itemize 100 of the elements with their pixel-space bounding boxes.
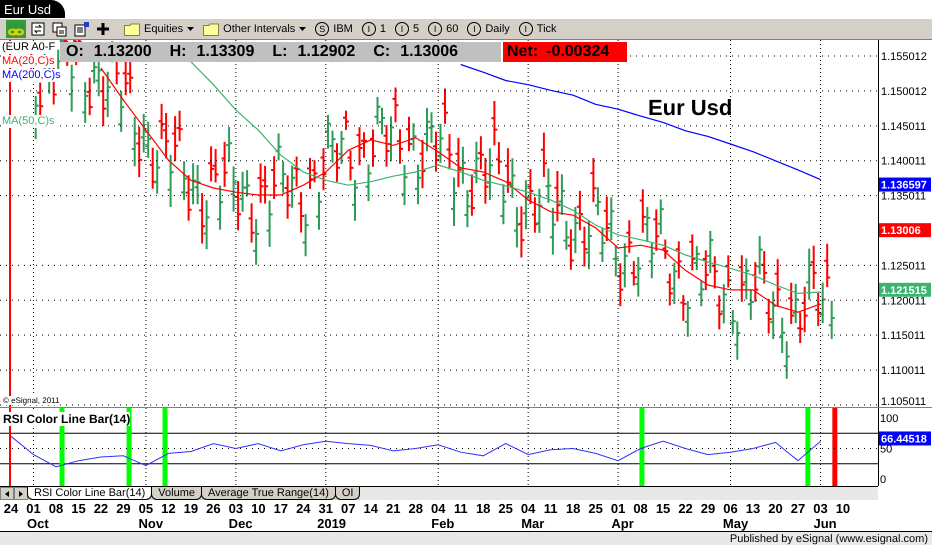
circled-letter: I: [467, 22, 482, 36]
windows-button[interactable]: [50, 20, 69, 38]
date-label: 11: [544, 501, 558, 516]
study-tab[interactable]: Average True Range(14): [200, 487, 336, 500]
date-label: 10: [836, 501, 850, 516]
date-label: 29: [700, 501, 716, 516]
value-tag: 1.121515: [879, 282, 931, 297]
legend-label: MA(50,C)s: [2, 115, 55, 128]
scroll-left-button[interactable]: [0, 487, 14, 500]
symbol-button[interactable]: I 1: [358, 20, 389, 38]
date-label: 04: [520, 501, 536, 516]
folder-dropdown[interactable]: Equities: [121, 20, 198, 38]
axis-tick-label: 1.125011: [881, 260, 926, 272]
quote-label: C:: [373, 43, 390, 61]
circled-letter: I: [394, 22, 409, 36]
axis-tick-label: 1.110011: [881, 365, 926, 378]
quote-label: H:: [170, 43, 187, 61]
axis-tick-label: 1.145011: [881, 120, 926, 133]
month-label: Jun: [814, 516, 837, 531]
study-tab[interactable]: RSI Color Line Bar(14): [27, 487, 152, 500]
month-label: Feb: [431, 516, 454, 531]
date-label: 22: [678, 501, 693, 516]
net-value: -0.00324: [546, 43, 610, 61]
document-button[interactable]: [72, 20, 92, 38]
add-button[interactable]: [95, 20, 111, 38]
swap-icon: [31, 22, 45, 36]
swap-button[interactable]: [29, 20, 47, 38]
chart-title: Eur Usd: [648, 95, 732, 121]
symbol-label: (EUR A0-F: [2, 41, 56, 54]
date-label: 14: [364, 501, 378, 516]
date-label: 01: [26, 501, 41, 516]
date-label: 20: [768, 501, 783, 516]
month-label: Oct: [26, 516, 49, 531]
left-arrow-icon: [5, 490, 9, 496]
circled-letter: S: [315, 22, 330, 36]
month-label: 2019: [317, 516, 346, 531]
axis-tick-label: 1.140011: [881, 156, 926, 168]
month-label: Mar: [521, 516, 544, 531]
symbol-button[interactable]: I Tick: [516, 20, 560, 38]
scroll-right-button[interactable]: [14, 487, 28, 500]
axis-tick-label: 1.135011: [881, 190, 926, 203]
month-label: May: [722, 516, 748, 531]
date-label: 17: [274, 501, 288, 516]
value-tag: 1.13006: [879, 223, 931, 238]
date-label: 29: [116, 501, 131, 516]
copyright-text: © eSignal, 2011: [3, 396, 60, 405]
quote-label: L:: [272, 43, 288, 61]
circled-letter: I: [362, 22, 376, 36]
chart-window-tab[interactable]: Eur Usd: [0, 0, 65, 18]
date-label: 31: [318, 501, 334, 516]
symbol-button[interactable]: S IBM: [312, 20, 356, 38]
quote-value: 1.13200: [94, 43, 152, 61]
study-tab[interactable]: Volume: [151, 487, 202, 500]
date-label: 25: [498, 501, 513, 516]
circled-letter: I: [518, 22, 533, 36]
date-label: 15: [71, 501, 86, 516]
date-label: 21: [386, 501, 400, 516]
axis-tick-label: 1.105011: [881, 396, 926, 407]
quote-label: O:: [66, 43, 84, 61]
legend-label: MA(200,C)s: [2, 69, 61, 82]
date-label: 24: [296, 501, 311, 516]
symbol-button[interactable]: I 60: [425, 20, 462, 38]
date-label: 01: [610, 501, 626, 516]
axis-tick-label: 1.115011: [881, 330, 926, 342]
right-arrow-icon: [19, 490, 23, 496]
axis-tick-label: 1.120011: [881, 295, 926, 308]
symbol-button[interactable]: I Daily: [464, 20, 513, 38]
link-icon: [8, 22, 24, 36]
date-label: 08: [48, 501, 64, 516]
date-label: 28: [408, 501, 423, 516]
date-label: 06: [723, 501, 738, 516]
symbol-button[interactable]: I 5: [392, 20, 422, 38]
axis-tick-label: 0: [880, 474, 886, 486]
study-tab[interactable]: OI: [334, 487, 360, 500]
value-tag: 66.44518: [879, 431, 931, 446]
date-label: 08: [633, 501, 648, 516]
date-label: 15: [656, 501, 670, 516]
status-text: Published by eSignal (www.esignal.com): [730, 532, 928, 544]
quote-value: 1.13309: [196, 43, 254, 61]
document-icon: [74, 22, 90, 36]
folder-dropdown[interactable]: Other Intervals: [200, 20, 310, 38]
folder-icon: [203, 22, 220, 36]
date-label: 25: [588, 501, 603, 516]
month-label: Apr: [611, 516, 634, 531]
date-label: 26: [206, 501, 221, 516]
month-label: Dec: [228, 516, 253, 531]
legend-label: MA(20,C)s: [2, 55, 55, 68]
date-label: 10: [251, 501, 266, 516]
caret-icon: [187, 27, 194, 31]
date-label: 03: [813, 501, 828, 516]
date-label: 13: [746, 501, 760, 516]
folder-icon: [124, 22, 140, 36]
date-label: 07: [341, 501, 356, 516]
date-label: 22: [94, 501, 108, 516]
date-label: 12: [161, 501, 176, 516]
month-label: Nov: [138, 516, 164, 531]
quote-value: 1.12902: [297, 43, 356, 61]
axis-tick-label: 50: [880, 444, 892, 456]
date-label: 27: [790, 501, 806, 516]
axis-tick-label: 1.150012: [881, 86, 927, 98]
